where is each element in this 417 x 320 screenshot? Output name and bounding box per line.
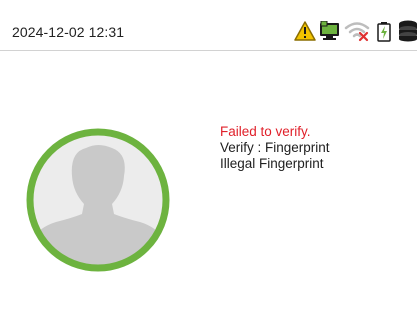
status-bar: 2024-12-02 12:31 (0, 0, 417, 51)
user-avatar (26, 128, 170, 272)
verification-method: Verify : Fingerprint (220, 140, 330, 155)
verification-status: Failed to verify. (220, 124, 311, 139)
verification-message: Failed to verify. Verify : Fingerprint I… (220, 124, 330, 172)
datetime: 2024-12-02 12:31 (12, 24, 125, 40)
verification-detail: Illegal Fingerprint (220, 156, 324, 171)
battery-charging-icon (377, 22, 391, 42)
storage-icon (399, 20, 417, 42)
network-icon (320, 21, 339, 40)
wifi-disconnected-icon (344, 22, 370, 42)
warning-icon (294, 21, 316, 41)
